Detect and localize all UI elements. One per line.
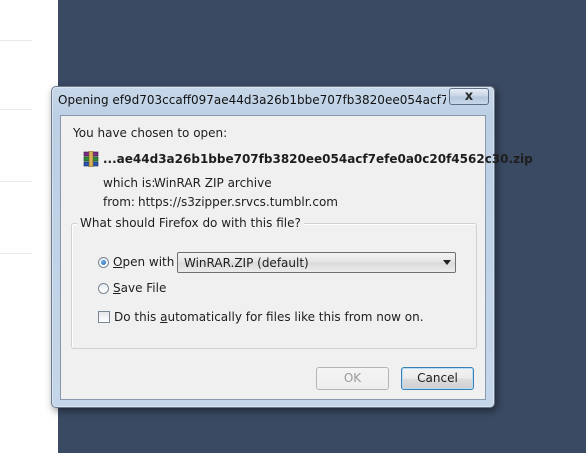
page-divider xyxy=(0,40,32,41)
download-dialog: Opening ef9d703ccaff097ae44d3a26b1bbe707… xyxy=(51,86,533,408)
dialog-title: Opening ef9d703ccaff097ae44d3a26b1bbe707… xyxy=(58,93,446,107)
cancel-button[interactable]: Cancel xyxy=(401,367,474,390)
file-source-label: from: xyxy=(103,195,135,209)
save-file-label[interactable]: Save File xyxy=(113,281,166,295)
background-page xyxy=(0,0,58,453)
chevron-down-icon xyxy=(443,260,451,265)
ok-button[interactable]: OK xyxy=(316,367,389,390)
page-divider xyxy=(0,253,32,254)
action-question: What should Firefox do with this file? xyxy=(77,216,304,230)
auto-action-label[interactable]: Do this automatically for files like thi… xyxy=(114,310,424,324)
page-divider xyxy=(0,181,32,182)
action-groupbox: What should Firefox do with this file? O… xyxy=(71,216,477,349)
open-with-label[interactable]: Open with xyxy=(113,255,174,269)
page-divider xyxy=(0,109,32,110)
file-source-value: https://s3zipper.srvcs.tumblr.com xyxy=(138,195,338,209)
file-type-value: WinRAR ZIP archive xyxy=(154,176,272,190)
open-with-app-select[interactable]: WinRAR.ZIP (default) xyxy=(177,252,456,273)
file-name: ...ae44d3a26b1bbe707fb3820ee054acf7efe0a… xyxy=(103,152,533,166)
dialog-body: You have chosen to open: ...ae44d3a26b1b… xyxy=(60,115,533,400)
file-type-label: which is: xyxy=(103,176,156,190)
open-with-radio[interactable] xyxy=(98,257,109,268)
close-button[interactable]: x xyxy=(449,88,489,105)
open-with-app-value: WinRAR.ZIP (default) xyxy=(184,256,309,270)
winrar-archive-icon xyxy=(83,151,99,167)
save-file-radio[interactable] xyxy=(98,283,109,294)
auto-action-checkbox[interactable] xyxy=(98,311,110,323)
radio-selected-dot xyxy=(101,260,106,265)
chosen-label: You have chosen to open: xyxy=(73,126,228,140)
close-icon: x xyxy=(464,89,474,104)
dialog-titlebar[interactable]: Opening ef9d703ccaff097ae44d3a26b1bbe707… xyxy=(52,87,494,113)
